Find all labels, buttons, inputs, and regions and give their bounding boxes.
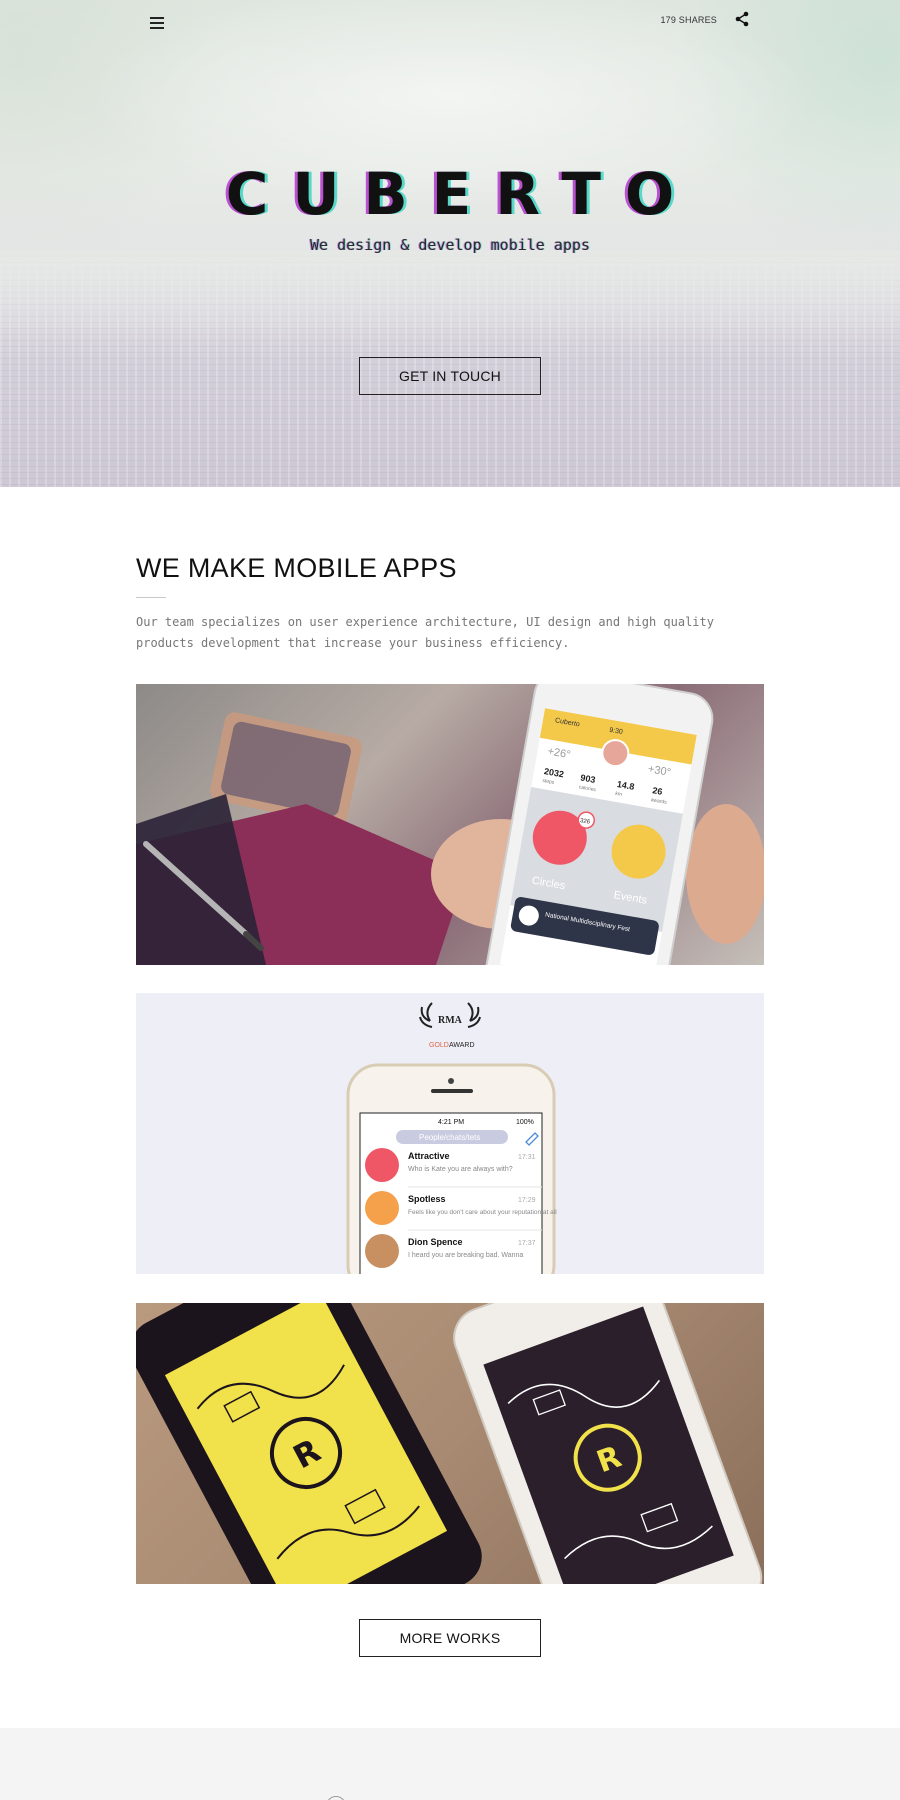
section-title: WE MAKE MOBILE APPS [136,553,457,583]
award-monogram: RMA [438,1015,463,1026]
chat-name: Dion Spence [408,1237,463,1247]
status-battery: 100% [516,1119,534,1126]
hero-section: 179 SHARES CUBERTO We design & develop m… [0,0,900,487]
shares-count: 179 SHARES [660,15,717,25]
chat-time: 17:37 [518,1240,536,1247]
chat-name: Attractive [408,1151,450,1161]
more-works-button[interactable]: MORE WORKS [359,1619,541,1657]
chat-message: Feels like you don't care about your rep… [408,1209,557,1216]
chat-time: 17:31 [518,1154,536,1161]
chat-name: Spotless [408,1194,446,1204]
gold-award-icon: RMA GOLD AWARD [419,1002,481,1049]
share-icon[interactable] [733,10,751,28]
hero-tagline: We design & develop mobile apps [310,236,590,254]
title-divider [136,597,166,598]
stat-label: km [615,791,623,798]
chat-search-placeholder: People/chats/tets [419,1133,480,1142]
fitness-app-photo: Cuberto 9:30 +26° +30° 2032 steps 903 ca… [136,684,764,965]
footer-section [0,1728,900,1800]
chat-message: I heard you are breaking bad. Wanna [408,1252,523,1259]
chat-app-mockup: RMA GOLD AWARD 4:21 PM 100% People/chats… [346,1002,557,1274]
section-description: Our team specializes on user experience … [136,615,714,650]
hamburger-icon[interactable] [147,13,167,33]
work-item-chat-app[interactable]: RMA GOLD AWARD 4:21 PM 100% People/chats… [136,993,764,1274]
chat-message: Who is Kate you are always with? [408,1166,513,1173]
status-time: 4:21 PM [438,1119,464,1126]
get-in-touch-button[interactable]: GET IN TOUCH [359,357,541,395]
chat-time: 17:29 [518,1197,536,1204]
award-gold-label: GOLD [429,1042,449,1049]
stat-value: 26 [652,785,664,797]
work-item-illustration-app[interactable]: R R [136,1303,764,1584]
award-award-label: AWARD [449,1042,475,1049]
work-item-fitness-app[interactable]: Cuberto 9:30 +26° +30° 2032 steps 903 ca… [136,684,764,965]
brand-logo: CUBERTO [225,160,699,228]
illustrated-phones-photo: R R [136,1303,763,1584]
